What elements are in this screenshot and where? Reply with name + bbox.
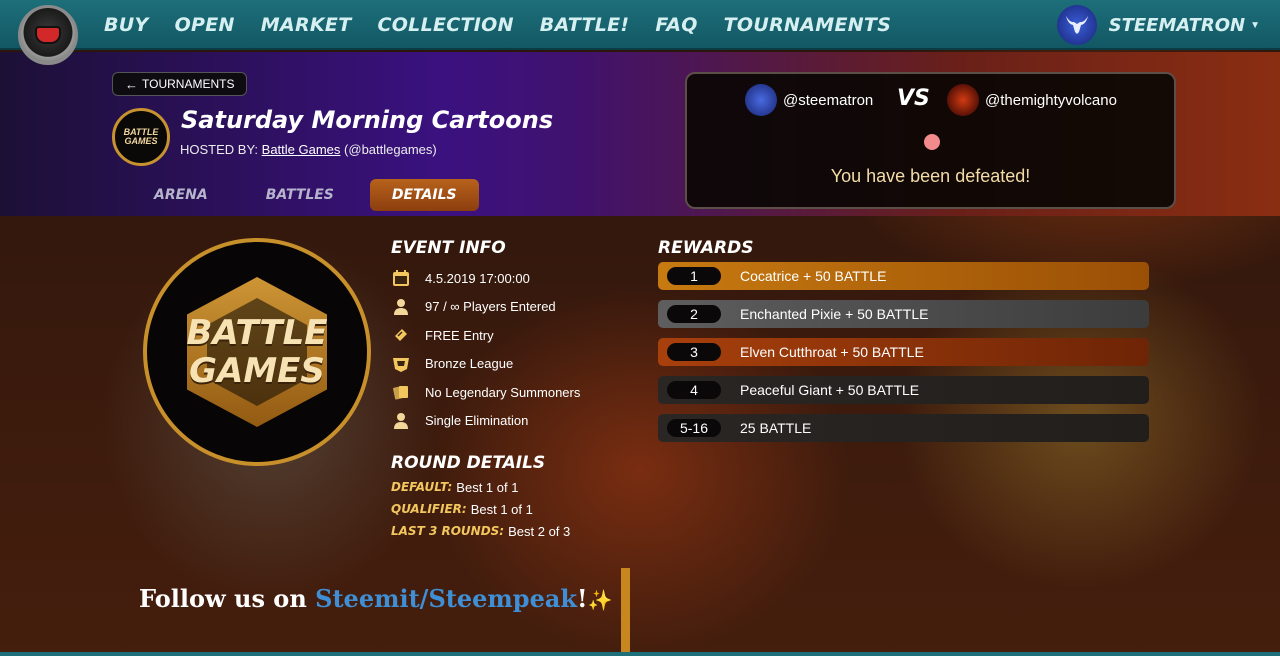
- host-logo: BATTLE GAMES: [112, 108, 170, 166]
- info-entry: FREE Entry: [391, 321, 580, 350]
- player-icon: [391, 297, 411, 317]
- entry-fee: FREE Entry: [425, 327, 494, 343]
- player-one-name: @steematron: [783, 91, 874, 109]
- round-value: Best 1 of 1: [456, 479, 519, 495]
- info-players: 97 / ∞ Players Entered: [391, 293, 580, 322]
- reward-prize: Cocatrice + 50 BATTLE: [740, 268, 887, 284]
- info-format: Single Elimination: [391, 407, 580, 436]
- rewards-heading: REWARDS: [658, 238, 754, 258]
- league-icon: [391, 354, 411, 374]
- site-logo[interactable]: [18, 5, 78, 65]
- main-menu: BUY OPEN MARKET COLLECTION BATTLE! FAQ T…: [104, 0, 917, 50]
- nav-open[interactable]: OPEN: [175, 14, 235, 36]
- monster-logo-icon: [35, 26, 61, 44]
- event-info-list: 4.5.2019 17:00:00 97 / ∞ Players Entered…: [391, 264, 580, 435]
- user-avatar: [1056, 5, 1097, 45]
- emblem-line-2: GAMES: [189, 351, 325, 391]
- hosted-by: HOSTED BY: Battle Games (@battlegames): [180, 142, 437, 157]
- host-handle: (@battlegames): [344, 142, 437, 157]
- round-details-list: DEFAULT: Best 1 of 1 QUALIFIER: Best 1 o…: [391, 476, 570, 542]
- follow-banner: Follow us on Steemit/Steempeak!✨: [139, 584, 612, 613]
- round-key: DEFAULT:: [391, 480, 453, 494]
- tab-battles[interactable]: BATTLES: [244, 179, 356, 211]
- nav-buy[interactable]: BUY: [104, 14, 149, 36]
- hosted-by-label: HOSTED BY:: [180, 142, 259, 157]
- matchup: @steematron VS @themightyvolcano: [687, 84, 1174, 116]
- round-qualifier: QUALIFIER: Best 1 of 1: [391, 498, 570, 520]
- reward-row: 1 Cocatrice + 50 BATTLE: [658, 262, 1149, 290]
- round-last-three: LAST 3 ROUNDS: Best 2 of 3: [391, 520, 570, 542]
- league: Bronze League: [425, 356, 514, 372]
- chevron-down-icon: ▼: [1250, 19, 1260, 31]
- vs-label: VS: [897, 86, 930, 111]
- bull-icon: [1065, 16, 1088, 34]
- follow-prefix: Follow us on: [139, 584, 316, 613]
- nav-faq[interactable]: FAQ: [655, 14, 697, 36]
- reward-rank: 1: [667, 267, 721, 285]
- player-two-avatar: [947, 84, 979, 116]
- info-date: 4.5.2019 17:00:00: [391, 264, 580, 293]
- round-value: Best 2 of 3: [508, 523, 571, 539]
- host-emblem: BATTLE GAMES: [143, 238, 371, 466]
- sparkle-icon: ✨: [587, 588, 613, 612]
- round-key: LAST 3 ROUNDS:: [391, 524, 505, 538]
- divider-bar: [621, 568, 630, 652]
- ticket-icon: [391, 325, 411, 345]
- calendar-icon: [391, 268, 411, 288]
- battle-result-text: You have been defeated!: [830, 166, 1031, 186]
- back-to-tournaments-button[interactable]: ← TOURNAMENTS: [112, 72, 248, 96]
- cards-icon: [391, 382, 411, 402]
- status-dot-icon: [924, 134, 940, 150]
- top-navbar: BUY OPEN MARKET COLLECTION BATTLE! FAQ T…: [0, 0, 1280, 65]
- reward-row: 4 Peaceful Giant + 50 BATTLE: [658, 376, 1149, 404]
- nav-tournaments[interactable]: TOURNAMENTS: [724, 14, 892, 36]
- info-summoners: No Legendary Summoners: [391, 378, 580, 407]
- players-entered: 97 / ∞ Players Entered: [425, 299, 556, 315]
- player-two[interactable]: @themightyvolcano: [947, 84, 1117, 116]
- user-menu[interactable]: STEEMATRON ▼: [1056, 0, 1260, 50]
- reward-rank: 4: [667, 381, 721, 399]
- page-title: Saturday Morning Cartoons: [181, 106, 554, 134]
- round-details-heading: ROUND DETAILS: [391, 453, 546, 473]
- tab-arena[interactable]: ARENA: [132, 179, 230, 211]
- round-value: Best 1 of 1: [470, 501, 533, 517]
- steemit-link[interactable]: Steemit/Steempeak: [315, 584, 577, 613]
- reward-prize: Elven Cutthroat + 50 BATTLE: [740, 344, 924, 360]
- player-one-avatar: [745, 84, 777, 116]
- info-league: Bronze League: [391, 350, 580, 379]
- reward-row: 3 Elven Cutthroat + 50 BATTLE: [658, 338, 1149, 366]
- bottom-strip: [0, 652, 1280, 656]
- player-two-name: @themightyvolcano: [985, 91, 1117, 109]
- tournament-tabs: ARENA BATTLES DETAILS: [132, 179, 493, 211]
- follow-suffix: !: [577, 584, 588, 613]
- summoner-rule: No Legendary Summoners: [425, 384, 581, 400]
- tab-details[interactable]: DETAILS: [369, 179, 479, 211]
- reward-rank: 5-16: [667, 419, 721, 437]
- reward-prize: Peaceful Giant + 50 BATTLE: [740, 382, 920, 398]
- round-key: QUALIFIER:: [391, 502, 467, 516]
- event-date: 4.5.2019 17:00:00: [425, 270, 530, 286]
- host-link[interactable]: Battle Games: [262, 142, 341, 157]
- reward-prize: Enchanted Pixie + 50 BATTLE: [740, 306, 929, 322]
- reward-row: 5-16 25 BATTLE: [658, 414, 1149, 442]
- back-button-label: TOURNAMENTS: [142, 77, 235, 91]
- username: STEEMATRON: [1108, 14, 1246, 36]
- nav-market[interactable]: MARKET: [261, 14, 352, 36]
- format: Single Elimination: [425, 413, 529, 429]
- reward-rank: 2: [667, 305, 721, 323]
- nav-collection[interactable]: COLLECTION: [377, 14, 513, 36]
- nav-battle[interactable]: BATTLE!: [540, 14, 630, 36]
- player-one[interactable]: @steematron: [745, 84, 873, 116]
- reward-row: 2 Enchanted Pixie + 50 BATTLE: [658, 300, 1149, 328]
- emblem-line-1: BATTLE: [186, 313, 328, 353]
- round-default: DEFAULT: Best 1 of 1: [391, 476, 570, 498]
- battle-result-panel: @steematron VS @themightyvolcano You hav…: [685, 72, 1176, 209]
- event-info-heading: EVENT INFO: [391, 238, 506, 258]
- reward-rank: 3: [667, 343, 721, 361]
- arrow-left-icon: ←: [125, 76, 138, 92]
- reward-prize: 25 BATTLE: [740, 420, 812, 436]
- player-icon: [391, 411, 411, 431]
- rewards-list: 1 Cocatrice + 50 BATTLE 2 Enchanted Pixi…: [658, 262, 1149, 452]
- emblem-text: BATTLE GAMES: [186, 314, 327, 390]
